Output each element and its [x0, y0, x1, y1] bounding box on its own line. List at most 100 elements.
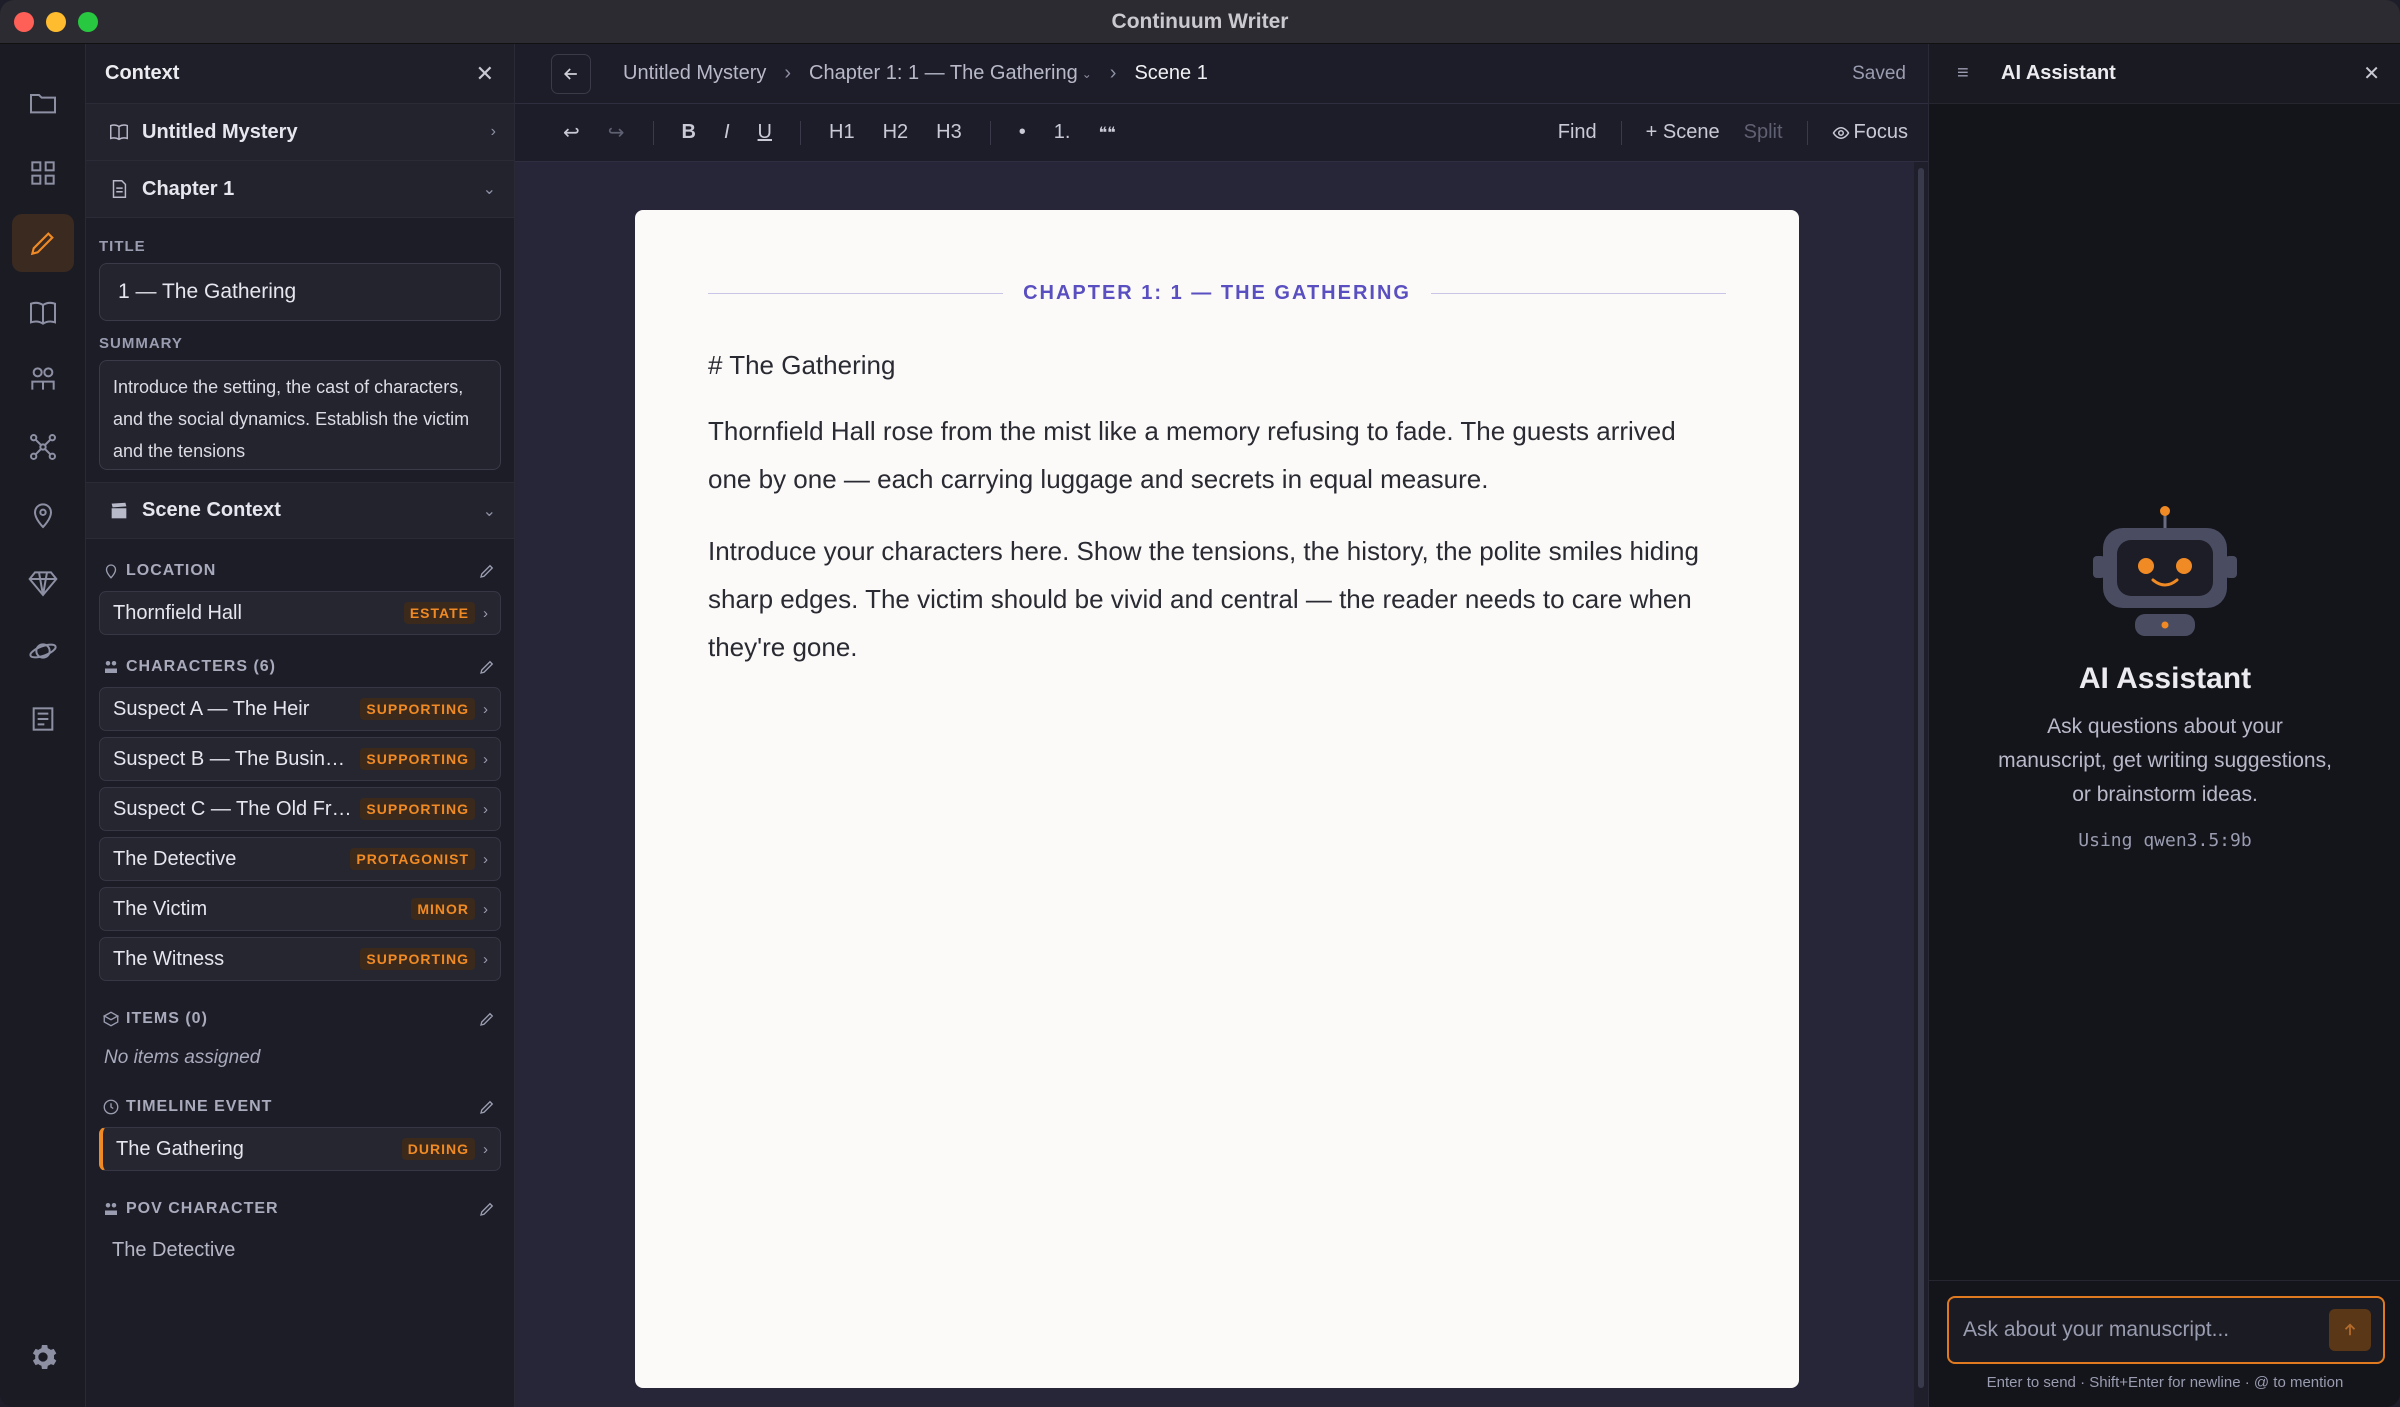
send-button[interactable] — [2329, 1309, 2371, 1351]
folder-icon[interactable] — [12, 74, 74, 132]
edit-pov-icon[interactable] — [478, 1200, 496, 1218]
zoom-window-button[interactable] — [78, 12, 98, 32]
numbered-list-button[interactable]: 1. — [1054, 121, 1071, 144]
close-context-icon[interactable]: ✕ — [476, 61, 494, 87]
timeline-label: TIMELINE EVENT — [126, 1098, 273, 1115]
toolbar-divider — [800, 120, 801, 145]
window-title: Continuum Writer — [1111, 9, 1289, 33]
scene-context-label: Scene Context — [142, 499, 281, 521]
chevron-right-icon: › — [483, 1140, 488, 1158]
pov-character-value[interactable]: The Detective — [86, 1229, 514, 1272]
ai-model-label: Using qwen3.5:9b — [2078, 830, 2252, 851]
quote-button[interactable]: ❝❝ — [1098, 123, 1115, 143]
location-label: LOCATION — [126, 562, 217, 579]
character-name: Suspect B — The Businessman — [113, 747, 352, 770]
split-button[interactable]: Split — [1744, 121, 1783, 144]
bullet-list-button[interactable]: • — [1019, 121, 1026, 144]
project-row[interactable]: Untitled Mystery › — [86, 104, 514, 161]
notes-icon[interactable] — [12, 690, 74, 748]
bold-button[interactable]: B — [682, 121, 696, 144]
italic-button[interactable]: I — [724, 121, 730, 144]
breadcrumb-project[interactable]: Untitled Mystery — [623, 62, 766, 85]
format-toolbar: ↩ ↪ B I U H1 H2 H3 • 1. ❝❝ Find + Scene … — [515, 104, 1928, 162]
manuscript-text[interactable]: # The Gathering Thornfield Hall rose fro… — [708, 350, 1726, 695]
book-icon[interactable] — [12, 284, 74, 342]
close-ai-icon[interactable]: ✕ — [2363, 61, 2380, 86]
toolbar-right: Find + Scene Split Focus — [1534, 120, 1908, 145]
chapter-title-field[interactable]: 1 — The Gathering — [99, 263, 501, 321]
pencil-icon[interactable] — [12, 214, 74, 272]
location-pin-icon[interactable] — [12, 486, 74, 544]
breadcrumb-scene: Scene 1 — [1134, 62, 1208, 84]
character-list: Suspect A — The Heir SUPPORTING › Suspec… — [86, 687, 514, 981]
character-item[interactable]: Suspect C — The Old Friend SUPPORTING › — [99, 787, 501, 831]
context-panel: Context ✕ Untitled Mystery › Chapter 1 ⌄… — [86, 44, 515, 1407]
back-button[interactable] — [551, 53, 591, 94]
heading1-button[interactable]: H1 — [829, 121, 855, 144]
timeline-item[interactable]: The Gathering DURING › — [99, 1127, 501, 1171]
paragraph: Thornfield Hall rose from the mist like … — [708, 416, 1676, 494]
clock-icon — [102, 1098, 120, 1116]
edit-characters-icon[interactable] — [478, 658, 496, 676]
location-section: LOCATION — [86, 551, 514, 591]
chapter-summary-field[interactable]: Introduce the setting, the cast of chara… — [99, 360, 501, 470]
timeline-section: TIMELINE EVENT — [86, 1087, 514, 1127]
project-name: Untitled Mystery — [142, 120, 298, 143]
divider — [1929, 1280, 2400, 1281]
ai-title: AI Assistant — [2001, 62, 2116, 84]
character-item[interactable]: The Victim MINOR › — [99, 887, 501, 931]
scrollbar-thumb[interactable] — [1918, 168, 1924, 1388]
pov-label: POV CHARACTER — [126, 1200, 279, 1217]
heading3-button[interactable]: H3 — [936, 121, 962, 144]
heading2-button[interactable]: H2 — [883, 121, 909, 144]
manuscript-page[interactable]: CHAPTER 1: 1 — THE GATHERING # The Gathe… — [635, 210, 1799, 1388]
scene-context-row[interactable]: Scene Context ⌄ — [86, 482, 514, 539]
toolbar-divider — [1806, 120, 1808, 145]
focus-label: Focus — [1853, 121, 1908, 143]
arrow-up-icon — [2344, 1323, 2356, 1336]
window-controls — [14, 12, 98, 32]
chevron-down-icon[interactable]: ⌄ — [1082, 67, 1092, 81]
character-item[interactable]: The Witness SUPPORTING › — [99, 937, 501, 981]
undo-button[interactable]: ↩ — [563, 120, 580, 145]
editor-scrollbar[interactable] — [1914, 162, 1928, 1407]
minimize-window-button[interactable] — [46, 12, 66, 32]
character-item[interactable]: Suspect A — The Heir SUPPORTING › — [99, 687, 501, 731]
chevron-right-icon: › — [483, 900, 488, 918]
find-button[interactable]: Find — [1558, 121, 1597, 144]
chapter-row[interactable]: Chapter 1 ⌄ — [86, 161, 514, 218]
chevron-right-icon: › — [483, 950, 488, 968]
focus-button[interactable]: Focus — [1832, 121, 1908, 144]
redo-button[interactable]: ↪ — [608, 120, 625, 145]
ai-input-box[interactable] — [1947, 1296, 2385, 1364]
ai-message-input[interactable] — [1963, 1318, 2329, 1342]
robot-icon — [2093, 506, 2237, 636]
menu-icon[interactable]: ≡ — [1957, 62, 1977, 85]
chapter-name: Chapter 1 — [142, 177, 235, 200]
characters-icon[interactable] — [12, 350, 74, 408]
character-item[interactable]: Suspect B — The Businessman SUPPORTING › — [99, 737, 501, 781]
characters-icon — [102, 1200, 120, 1218]
gear-icon[interactable] — [12, 1328, 74, 1386]
heading-rule — [708, 292, 1004, 294]
items-section: ITEMS (0) — [86, 999, 514, 1039]
edit-items-icon[interactable] — [478, 1010, 496, 1028]
planet-icon[interactable] — [12, 622, 74, 680]
chevron-right-icon: › — [1109, 62, 1117, 84]
edit-location-icon[interactable] — [478, 562, 496, 580]
edit-timeline-icon[interactable] — [478, 1098, 496, 1116]
grid-icon[interactable] — [12, 144, 74, 202]
location-item[interactable]: Thornfield Hall ESTATE › — [99, 591, 501, 635]
ai-header: ≡ AI Assistant ✕ — [1929, 44, 2400, 104]
title-bar: Continuum Writer — [0, 0, 2400, 44]
add-scene-button[interactable]: + Scene — [1646, 121, 1720, 144]
toolbar-divider — [989, 120, 991, 145]
ai-empty-description: Ask questions about your manuscript, get… — [1998, 715, 2332, 806]
breadcrumb-chapter[interactable]: Chapter 1: 1 — The Gathering — [809, 62, 1078, 85]
graph-icon[interactable] — [12, 418, 74, 476]
underline-button[interactable]: U — [758, 121, 772, 144]
close-window-button[interactable] — [14, 12, 34, 32]
gem-icon[interactable] — [12, 554, 74, 612]
context-header: Context ✕ — [86, 44, 514, 104]
character-item[interactable]: The Detective PROTAGONIST › — [99, 837, 501, 881]
